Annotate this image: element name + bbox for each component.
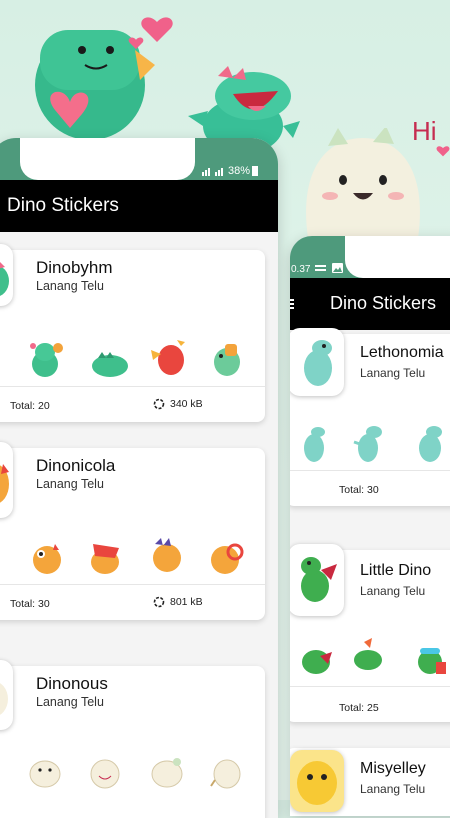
- phone-notch: [20, 138, 195, 180]
- pack-author: Lanang Telu: [36, 695, 104, 709]
- pack-name: Dinonicola: [36, 456, 116, 475]
- pack-tray-icon: [290, 544, 344, 616]
- app-bar: Dino Stickers: [0, 180, 278, 232]
- heart-icon-right: [436, 146, 450, 157]
- pack-name: Dinonous: [36, 674, 108, 693]
- pack-tray-icon: [290, 328, 344, 396]
- pack-name: Little Dino: [360, 562, 432, 579]
- sticker-preview: [304, 427, 325, 462]
- pack-author: Lanang Telu: [360, 584, 426, 598]
- green-dino-hug-illustration: [35, 30, 155, 140]
- pack-author: Lanang Telu: [360, 782, 426, 796]
- pack-size-label: 801 kB: [170, 596, 203, 608]
- loading-spinner-icon: [153, 398, 165, 410]
- pack-author: Lanang Telu: [36, 477, 104, 491]
- sticker-pack-card[interactable]: Dinonicola Lanang Telu Total: 30 801 kB: [0, 442, 265, 620]
- sticker-preview: [214, 344, 240, 376]
- pack-tray-icon: [0, 244, 13, 306]
- app-title: Dino Stickers: [330, 293, 437, 313]
- sticker-pack-card[interactable]: Lethonomia Lanang Telu Total: 30: [290, 328, 450, 506]
- sticker-preview: [29, 760, 61, 788]
- signal-icon: [202, 168, 223, 176]
- app-bar: Dino Stickers: [290, 278, 450, 330]
- pack-tray-icon: [290, 750, 344, 812]
- sticker-preview: [418, 648, 446, 674]
- card-divider: [290, 686, 450, 687]
- pack-size: 801 kB: [153, 596, 203, 608]
- status-bar: 0.37: [290, 236, 450, 278]
- sticker-preview: [419, 426, 442, 462]
- sticker-preview: [0, 538, 5, 580]
- cream-dino-illustration: [306, 128, 420, 238]
- sticker-preview: [151, 340, 185, 375]
- sticker-preview: [90, 759, 120, 789]
- sticker-preview: [354, 638, 382, 670]
- sticker-preview: [91, 544, 119, 574]
- sticker-preview: [0, 340, 5, 382]
- sticker-pack-card[interactable]: Dinobyhm Lanang Telu Total: 20 340 kB: [0, 244, 265, 422]
- phone-left: 38% Dino Stickers Dinobyhm Lanang Telu T…: [0, 138, 278, 818]
- pack-tray-icon: [0, 442, 13, 518]
- heart-icon-small: [128, 37, 144, 50]
- status-time: 0.37: [291, 264, 311, 275]
- image-icon: [332, 263, 343, 273]
- sticker-preview: [151, 758, 183, 788]
- sticker-pack-card[interactable]: Misyelley Lanang Telu: [290, 748, 450, 816]
- card-divider: [0, 584, 265, 585]
- pack-author: Lanang Telu: [360, 366, 426, 380]
- phone-right: 0.37 Dino Stickers Lethonomia Lanang Tel…: [290, 236, 450, 816]
- loading-spinner-icon: [153, 596, 165, 608]
- card-divider: [290, 470, 450, 471]
- sticker-preview: [153, 538, 181, 572]
- card-divider: [0, 386, 265, 387]
- pack-tray-icon: Hi: [0, 660, 13, 730]
- sticker-preview: [353, 426, 382, 462]
- pack-total: Total: 25: [339, 702, 379, 714]
- sticker-preview: [211, 543, 244, 574]
- menu-icon[interactable]: [290, 298, 296, 310]
- app-title: Dino Stickers: [7, 195, 119, 216]
- phone-notch: [345, 236, 450, 278]
- hi-text: Hi: [412, 116, 437, 146]
- pack-name: Lethonomia: [360, 344, 444, 361]
- sticker-preview: [302, 650, 332, 674]
- sticker-preview: [33, 544, 61, 574]
- heart-icon: [141, 17, 173, 42]
- pack-total: Total: 30: [10, 598, 50, 610]
- sticker-preview: [30, 343, 63, 377]
- pack-name: Misyelley: [360, 760, 426, 777]
- status-bar: 38%: [0, 138, 278, 180]
- pack-author: Lanang Telu: [36, 279, 104, 293]
- pack-total: Total: 30: [339, 484, 379, 496]
- sticker-preview: [92, 352, 128, 377]
- sticker-pack-card[interactable]: Hi Dinonous Lanang Telu: [0, 660, 265, 818]
- sticker-preview: [210, 759, 241, 789]
- battery-icon: [252, 166, 258, 176]
- pack-size-label: 340 kB: [170, 398, 203, 410]
- sticker-pack-card[interactable]: Little Dino Lanang Telu Total: 25: [290, 544, 450, 722]
- pack-size: 340 kB: [153, 398, 203, 410]
- data-speed-icon: [315, 265, 326, 271]
- battery-percent: 38%: [228, 165, 251, 177]
- pack-total: Total: 20: [10, 400, 50, 412]
- pack-name: Dinobyhm: [36, 258, 113, 277]
- sticker-preview: [0, 752, 5, 794]
